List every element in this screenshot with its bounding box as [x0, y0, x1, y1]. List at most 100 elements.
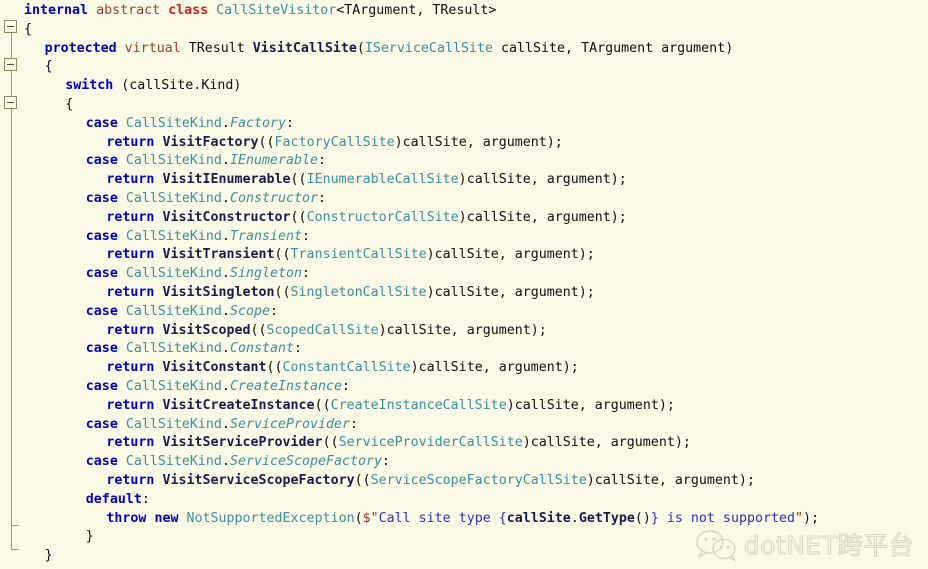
code-token: ): [233, 78, 242, 94]
code-line[interactable]: return VisitScoped((ScopedCallSite)callS…: [0, 322, 547, 341]
code-token: ,: [594, 435, 611, 451]
outlining-margin[interactable]: [0, 0, 24, 569]
code-token: .: [221, 454, 230, 470]
code-line[interactable]: return VisitCreateInstance((CreateInstan…: [0, 397, 674, 416]
code-token: {: [65, 97, 74, 112]
code-line[interactable]: return VisitSingleton((SingletonCallSite…: [0, 284, 595, 303]
code-token: VisitFactory: [162, 134, 259, 150]
code-line[interactable]: case CallSiteKind.ServiceProvider:: [0, 416, 358, 435]
code-token: argument: [674, 473, 739, 488]
code-token: );: [610, 172, 627, 188]
code-text-layer[interactable]: internal abstract class CallSiteVisitor<…: [0, 0, 928, 569]
code-token: case: [85, 153, 118, 169]
code-token: :: [302, 266, 311, 282]
code-token: VisitServiceScopeFactory: [162, 473, 355, 488]
collapse-region-icon[interactable]: [4, 20, 17, 33]
code-token: ): [410, 360, 419, 376]
code-token: :: [318, 191, 327, 206]
code-token: callSite: [466, 209, 531, 225]
code-token: );: [530, 322, 547, 338]
code-line[interactable]: return VisitServiceProvider((ServiceProv…: [0, 434, 690, 453]
collapse-region-icon[interactable]: [4, 58, 17, 71]
code-token: is not supported: [658, 510, 795, 526]
code-token: $": [362, 510, 379, 526]
code-line[interactable]: case CallSiteKind.IEnumerable:: [0, 152, 326, 171]
code-token: ((: [258, 134, 275, 150]
code-line[interactable]: return VisitIEnumerable((IEnumerableCall…: [0, 171, 627, 190]
code-line[interactable]: case CallSiteKind.Singleton:: [0, 265, 310, 284]
code-line[interactable]: case CallSiteKind.Constructor:: [0, 190, 326, 209]
code-token: ((: [290, 209, 307, 225]
code-token: CallSiteKind: [125, 454, 222, 470]
code-token: ((: [290, 172, 307, 188]
code-line[interactable]: case CallSiteKind.Transient:: [0, 228, 310, 247]
code-token: argument: [482, 134, 547, 150]
code-line[interactable]: protected virtual TResult VisitCallSite(…: [0, 40, 734, 59]
code-token: );: [578, 247, 595, 263]
code-token: ((: [322, 435, 339, 451]
code-token: callSite: [402, 134, 467, 150]
code-token: ): [426, 285, 435, 300]
code-token: return: [106, 322, 155, 338]
code-token: argument: [594, 397, 659, 413]
code-token: ,: [416, 3, 433, 18]
code-line[interactable]: return VisitFactory((FactoryCallSite)cal…: [0, 134, 563, 153]
code-line[interactable]: return VisitConstant((ConstantCallSite)c…: [0, 359, 578, 378]
code-token: ): [506, 397, 515, 413]
code-editor-surface[interactable]: internal abstract class CallSiteVisitor<…: [0, 0, 928, 569]
code-token: return: [106, 435, 155, 451]
code-token: VisitConstructor: [162, 209, 291, 225]
code-token: GetType: [578, 510, 635, 526]
code-token: ,: [482, 360, 499, 376]
code-token: class: [168, 3, 209, 18]
code-line[interactable]: case CallSiteKind.CreateInstance:: [0, 378, 350, 397]
code-token: Singleton: [229, 266, 302, 282]
code-token: Transient: [229, 228, 302, 244]
code-token: ,: [450, 322, 467, 338]
code-token: callSite: [501, 40, 566, 56]
code-token: ): [378, 322, 387, 338]
code-token: case: [85, 454, 118, 470]
code-token: ): [394, 134, 403, 150]
code-line[interactable]: return VisitConstructor((ConstructorCall…: [0, 209, 626, 228]
code-token: .: [570, 510, 579, 526]
code-token: {: [498, 510, 507, 526]
code-token: SingletonCallSite: [290, 285, 427, 300]
code-token: ,: [658, 473, 675, 488]
fold-region-end-tick: [11, 525, 19, 526]
code-line[interactable]: switch (callSite.Kind): [0, 77, 241, 96]
code-token: CallSiteKind: [125, 341, 222, 357]
code-token: return: [106, 247, 155, 263]
code-line[interactable]: case CallSiteKind.ServiceScopeFactory:: [0, 453, 390, 472]
code-token: (: [113, 78, 130, 94]
code-token: TransientCallSite: [290, 247, 427, 263]
code-token: );: [738, 473, 755, 488]
code-token: argument: [514, 247, 579, 263]
code-token: callSite: [386, 322, 451, 338]
code-line[interactable]: case CallSiteKind.Constant:: [0, 340, 302, 359]
code-token: return: [106, 134, 155, 150]
code-line[interactable]: internal abstract class CallSiteVisitor<…: [0, 2, 496, 21]
code-token: case: [85, 115, 118, 131]
code-token: .: [221, 153, 230, 169]
code-token: Call site type: [378, 510, 499, 526]
code-line[interactable]: case CallSiteKind.Factory:: [0, 115, 294, 134]
code-token: ): [725, 40, 734, 56]
code-line[interactable]: return VisitTransient((TransientCallSite…: [0, 246, 595, 265]
code-token: IEnumerable: [229, 153, 318, 169]
code-token: callSite: [418, 360, 483, 376]
code-token: abstract: [96, 3, 161, 18]
code-line[interactable]: throw new NotSupportedException($"Call s…: [0, 510, 819, 529]
code-token: argument: [546, 209, 611, 225]
code-token: );: [546, 134, 563, 150]
code-token: (: [356, 40, 365, 56]
code-line[interactable]: case CallSiteKind.Scope:: [0, 303, 278, 322]
code-token: );: [578, 285, 595, 300]
code-token: :: [350, 416, 359, 432]
code-token: :: [382, 454, 391, 470]
collapse-region-icon[interactable]: [4, 96, 17, 109]
code-line[interactable]: return VisitServiceScopeFactory((Service…: [0, 472, 755, 491]
